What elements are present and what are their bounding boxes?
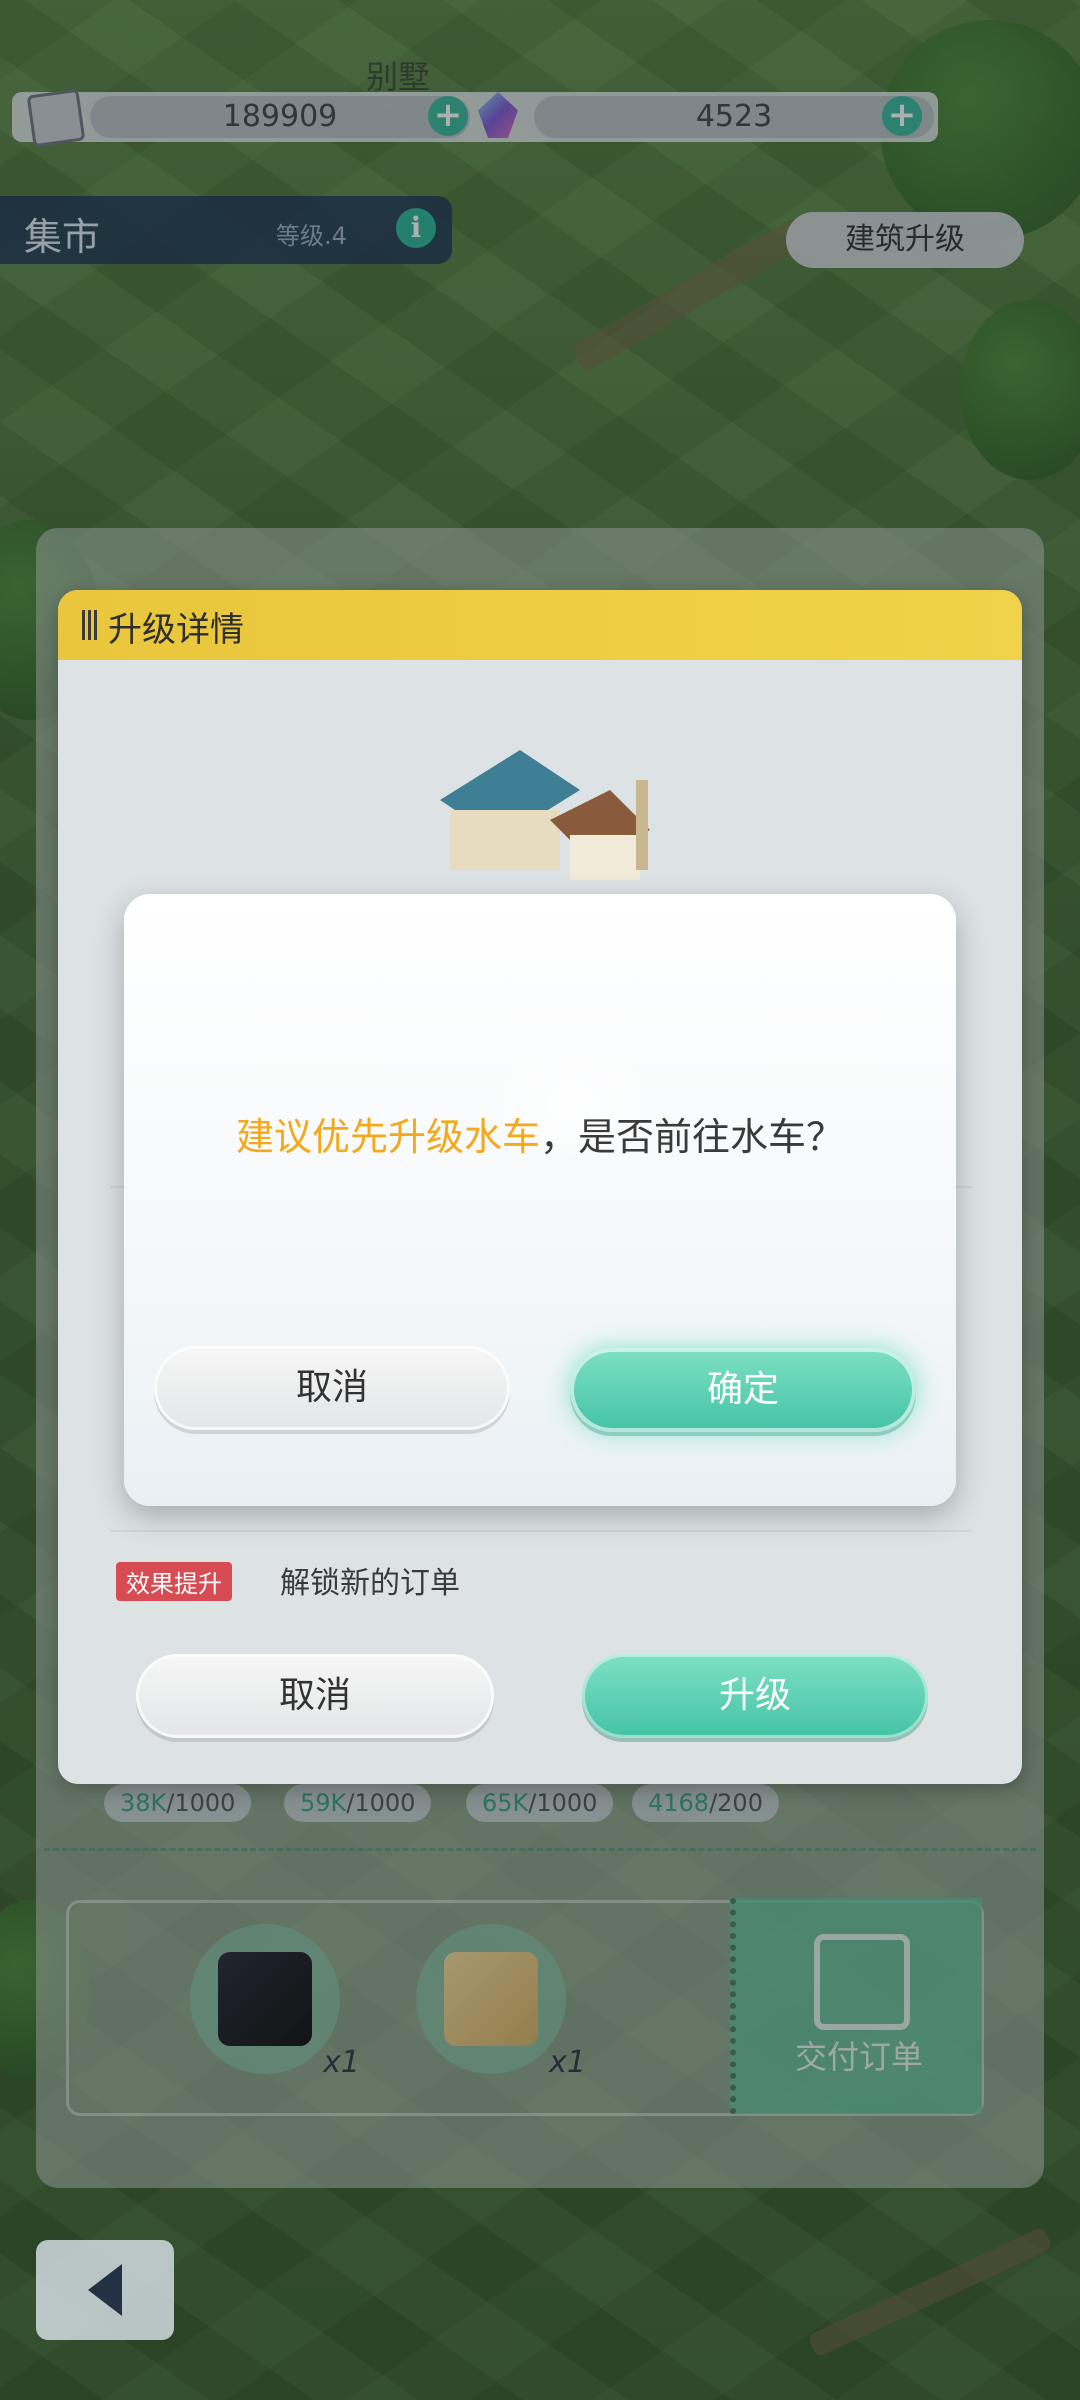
market-building-image <box>440 750 650 880</box>
dialog-message: 建议优先升级水车，是否前往水车？ <box>124 1106 956 1161</box>
back-arrow-icon <box>88 2264 122 2316</box>
effect-tag: 效果提升 <box>116 1562 232 1601</box>
dialog-message-highlight: 建议优先升级水车 <box>235 1115 540 1159</box>
panel-header: 升级详情 <box>58 590 1022 660</box>
dialog-message-rest: ，是否前往水车？ <box>540 1115 845 1159</box>
divider <box>110 1530 972 1532</box>
back-button[interactable] <box>36 2240 174 2340</box>
dialog-confirm-button[interactable]: 确定 <box>570 1348 916 1432</box>
detail-cancel-button[interactable]: 取消 <box>136 1654 494 1738</box>
confirm-dialog: 建议优先升级水车，是否前往水车？ 取消 确定 <box>124 894 956 1506</box>
dialog-cancel-button[interactable]: 取消 <box>154 1346 510 1430</box>
effect-description: 解锁新的订单 <box>280 1566 460 1601</box>
detail-upgrade-button[interactable]: 升级 <box>582 1654 928 1738</box>
grip-icon <box>82 610 98 640</box>
panel-title: 升级详情 <box>108 610 244 650</box>
